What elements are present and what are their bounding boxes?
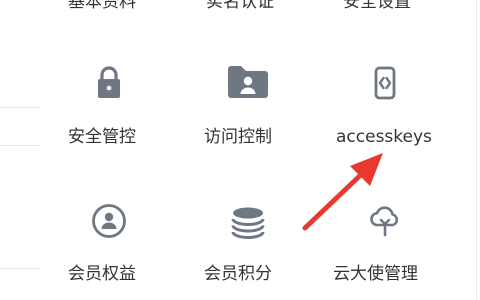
annotation-arrow [302,153,383,231]
